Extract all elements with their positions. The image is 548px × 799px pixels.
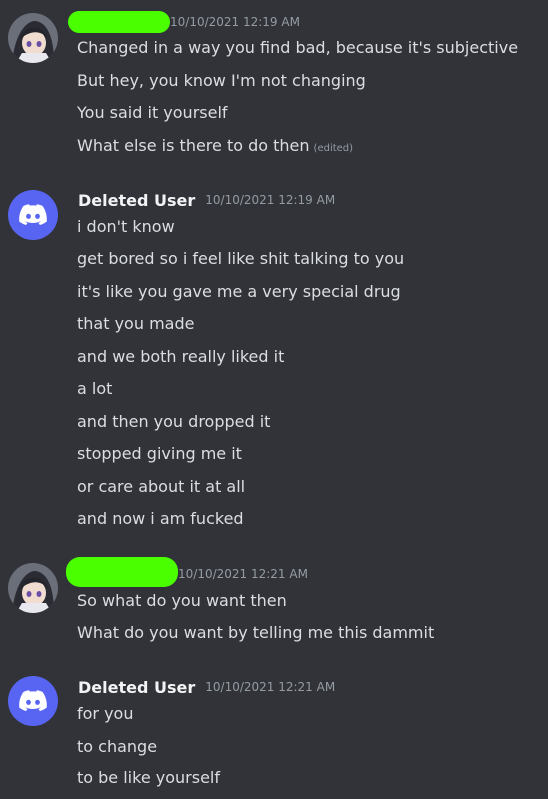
chat-messages: 10/10/2021 12:19 AM Changed in a way you… [0, 0, 548, 799]
message-line: and now i am fucked [77, 509, 244, 528]
message-header: Deleted User 10/10/2021 12:21 AM [78, 676, 335, 698]
message-line: that you made [77, 314, 195, 333]
message-line: Changed in a way you find bad, because i… [77, 38, 519, 57]
message-line: You said it yourself [77, 103, 228, 122]
message-timestamp: 10/10/2021 12:19 AM [170, 15, 300, 29]
anime-avatar-icon[interactable] [8, 13, 58, 63]
username[interactable]: Deleted User [78, 191, 195, 210]
message-line: stopped giving me it [77, 444, 242, 463]
message-header: 10/10/2021 12:21 AM [66, 557, 308, 587]
message-line: and we both really liked it [77, 347, 285, 366]
message-line: a lot [77, 379, 113, 398]
edited-label: (edited) [313, 143, 354, 154]
message-timestamp: 10/10/2021 12:21 AM [205, 680, 336, 694]
message-timestamp: 10/10/2021 12:21 AM [178, 567, 308, 581]
message-header: 10/10/2021 12:19 AM [68, 11, 300, 33]
message-line: What do you want by telling me this damm… [77, 623, 435, 642]
message-line: it's like you gave me a very special dru… [77, 282, 401, 301]
discord-logo-icon[interactable] [8, 676, 58, 726]
message-line: But hey, you know I'm not changing [77, 71, 366, 90]
message-line: So what do you want then [77, 591, 287, 610]
message-line: to change [77, 737, 158, 756]
message-line: get bored so i feel like shit talking to… [77, 249, 405, 268]
discord-logo-icon[interactable] [8, 190, 58, 240]
message-line: and then you dropped it [77, 412, 271, 431]
message-line: for you [77, 704, 134, 723]
message-line: i don't know [77, 217, 175, 236]
redacted-username [66, 557, 178, 587]
message-line-with-edit: What else is there to do then (edited) [77, 135, 353, 160]
anime-avatar-icon[interactable] [8, 563, 58, 613]
username[interactable]: Deleted User [78, 678, 195, 697]
message-header: Deleted User 10/10/2021 12:19 AM [78, 189, 335, 211]
message-text: What else is there to do then [77, 136, 310, 155]
message-timestamp: 10/10/2021 12:19 AM [205, 193, 336, 207]
redacted-username [68, 11, 170, 33]
message-line: or care about it at all [77, 477, 246, 496]
message-line: to be like yourself [77, 768, 220, 787]
